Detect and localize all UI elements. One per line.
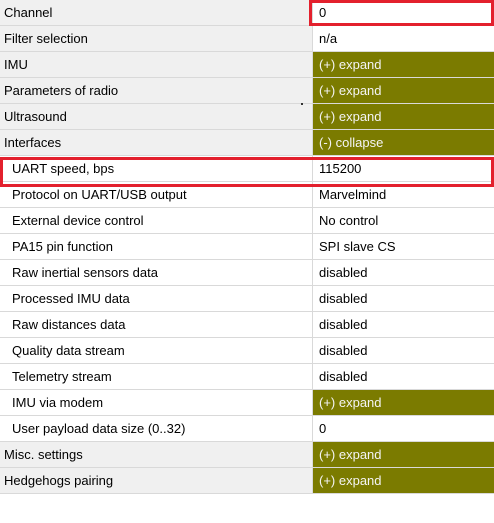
property-value[interactable]: No control (313, 208, 494, 233)
row-parameters-of-radio[interactable]: Parameters of radio (+) expand (0, 78, 494, 104)
property-value[interactable]: 0 (313, 0, 494, 25)
property-name: Misc. settings (0, 442, 312, 467)
expand-button[interactable]: (+) expand (313, 104, 494, 129)
property-name: Protocol on UART/USB output (0, 182, 312, 207)
property-name: Raw inertial sensors data (0, 260, 312, 285)
property-value[interactable]: Marvelmind (313, 182, 494, 207)
row-ultrasound[interactable]: Ultrasound (+) expand (0, 104, 494, 130)
property-name: Hedgehogs pairing (0, 468, 312, 493)
property-value[interactable]: disabled (313, 286, 494, 311)
property-value[interactable]: disabled (313, 364, 494, 389)
property-name: Processed IMU data (0, 286, 312, 311)
property-name: Raw distances data (0, 312, 312, 337)
row-quality-data-stream[interactable]: Quality data stream disabled (0, 338, 494, 364)
property-name: Ultrasound (0, 104, 312, 129)
property-value[interactable]: disabled (313, 312, 494, 337)
property-value[interactable]: disabled (313, 338, 494, 363)
row-processed-imu[interactable]: Processed IMU data disabled (0, 286, 494, 312)
property-name: IMU (0, 52, 312, 77)
row-misc-settings[interactable]: Misc. settings (+) expand (0, 442, 494, 468)
property-grid: Channel 0 Filter selection n/a IMU (+) e… (0, 0, 494, 494)
row-interfaces[interactable]: Interfaces (-) collapse (0, 130, 494, 156)
row-protocol-output[interactable]: Protocol on UART/USB output Marvelmind (0, 182, 494, 208)
property-name: Channel (0, 0, 312, 25)
property-value[interactable]: SPI slave CS (313, 234, 494, 259)
property-value[interactable]: disabled (313, 260, 494, 285)
property-name: User payload data size (0..32) (0, 416, 312, 441)
property-name: PA15 pin function (0, 234, 312, 259)
row-hedgehogs-pairing[interactable]: Hedgehogs pairing (+) expand (0, 468, 494, 494)
row-raw-distances[interactable]: Raw distances data disabled (0, 312, 494, 338)
row-user-payload-size[interactable]: User payload data size (0..32) 0 (0, 416, 494, 442)
property-value[interactable]: n/a (313, 26, 494, 51)
row-filter-selection[interactable]: Filter selection n/a (0, 26, 494, 52)
row-raw-inertial-sensors[interactable]: Raw inertial sensors data disabled (0, 260, 494, 286)
property-value[interactable]: 0 (313, 416, 494, 441)
row-imu-via-modem[interactable]: IMU via modem (+) expand (0, 390, 494, 416)
expand-button[interactable]: (+) expand (313, 468, 494, 493)
row-external-device-control[interactable]: External device control No control (0, 208, 494, 234)
property-name: UART speed, bps (0, 156, 312, 181)
property-name: IMU via modem (0, 390, 312, 415)
collapse-button[interactable]: (-) collapse (313, 130, 494, 155)
row-channel[interactable]: Channel 0 (0, 0, 494, 26)
row-uart-speed[interactable]: UART speed, bps 115200 (0, 156, 494, 182)
property-name: Parameters of radio (0, 78, 312, 103)
expand-button[interactable]: (+) expand (313, 442, 494, 467)
row-pa15-pin-function[interactable]: PA15 pin function SPI slave CS (0, 234, 494, 260)
property-name: Interfaces (0, 130, 312, 155)
row-imu[interactable]: IMU (+) expand (0, 52, 494, 78)
expand-button[interactable]: (+) expand (313, 390, 494, 415)
property-name: Quality data stream (0, 338, 312, 363)
property-name: Telemetry stream (0, 364, 312, 389)
stray-pixel-mark (301, 103, 303, 105)
property-name: Filter selection (0, 26, 312, 51)
expand-button[interactable]: (+) expand (313, 52, 494, 77)
row-telemetry-stream[interactable]: Telemetry stream disabled (0, 364, 494, 390)
property-name: External device control (0, 208, 312, 233)
expand-button[interactable]: (+) expand (313, 78, 494, 103)
property-value[interactable]: 115200 (313, 156, 494, 181)
